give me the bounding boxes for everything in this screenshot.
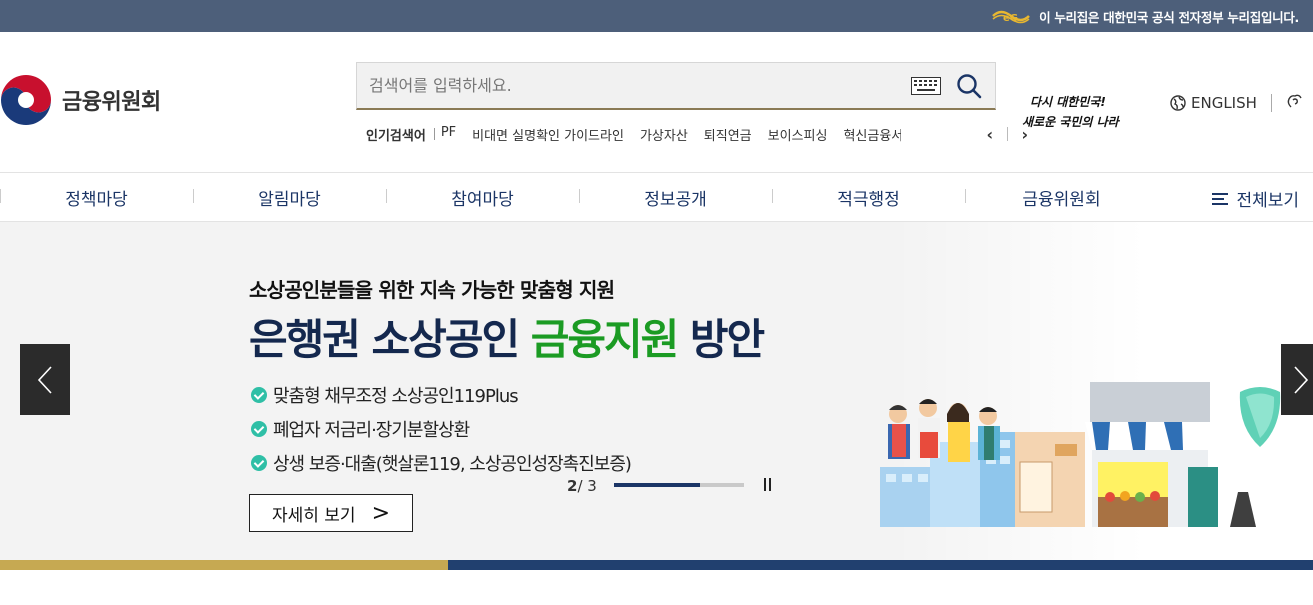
- english-label: ENGLISH: [1191, 94, 1257, 112]
- slide-total: / 3: [577, 477, 597, 495]
- menu-icon: [1212, 192, 1229, 205]
- hero-banner: 소상공인분들을 위한 지속 가능한 맞춤형 지원 은행권 소상공인 금융지원 방…: [0, 222, 1313, 560]
- hero-bullet-text: 맞춤형 채무조정 소상공인119Plus: [273, 386, 519, 407]
- hero-bullet: 폐업자 저금리·장기분할상환: [251, 412, 631, 446]
- hero-title-part: 방안: [677, 315, 765, 364]
- search-input[interactable]: [357, 63, 911, 108]
- popular-title: 인기검색어: [366, 128, 426, 144]
- hero-bullet-text: 폐업자 저금리·장기분할상환: [273, 420, 470, 441]
- slogan-logo: 다시 대한민국! 새로운 국민의 나라: [1022, 95, 1121, 129]
- popular-prev-button[interactable]: ‹: [979, 125, 1001, 144]
- slide-progress: [614, 483, 744, 487]
- popular-keyword[interactable]: 혁신금융서비스: [843, 125, 901, 144]
- hero-bottom-bar: [0, 560, 1313, 570]
- eg-logo-icon: eG: [992, 10, 1030, 24]
- gov-banner-text: 이 누리집은 대한민국 공식 전자정부 누리집입니다.: [1039, 9, 1299, 25]
- check-icon: [251, 455, 267, 471]
- search-box: [356, 62, 996, 110]
- slide-prev-button[interactable]: [20, 344, 70, 415]
- nav-item-policy[interactable]: 정책마당: [0, 185, 193, 210]
- hero-bullet-text: 상생 보증·대출(햇살론119, 소상공인성장촉진보증): [273, 454, 632, 475]
- divider: [1006, 127, 1008, 141]
- svg-text:eG: eG: [1003, 13, 1018, 24]
- svg-text:새로운 국민의 나라: 새로운 국민의 나라: [1022, 115, 1121, 129]
- hero-bullet: 상생 보증·대출(햇살론119, 소상공인성장촉진보증): [251, 446, 632, 480]
- logo-text: 금융위원회: [62, 90, 161, 115]
- site-header: 금융위원회 인기검색어 PF 비대면 실명확인 가이드라인 가상자산 퇴직연금: [0, 32, 1313, 172]
- main-nav: 정책마당 알림마당 참여마당 정보공개 적극행정 금융위원회 전체보기: [0, 172, 1313, 222]
- site-logo[interactable]: 금융위원회: [0, 74, 161, 126]
- chevron-left-icon: [37, 365, 52, 394]
- nav-item-participation[interactable]: 참여마당: [386, 185, 579, 210]
- check-icon: [251, 387, 267, 403]
- hero-title-highlight: 금융지원: [530, 315, 680, 364]
- more-button[interactable]: 자세히 보기 >: [249, 494, 413, 532]
- gov-banner: eG 이 누리집은 대한민국 공식 전자정부 누리집입니다.: [0, 0, 1313, 32]
- chevron-right-icon: >: [371, 500, 391, 526]
- chevron-right-icon: [1294, 365, 1309, 394]
- all-menu-button[interactable]: 전체보기: [1212, 186, 1299, 211]
- hero-title: 은행권 소상공인 금융지원 방안: [249, 306, 765, 367]
- more-button-label: 자세히 보기: [271, 505, 356, 526]
- slide-progress-fill: [614, 483, 700, 487]
- search-button[interactable]: [951, 68, 987, 104]
- hero-title-part: 은행권 소상공인: [249, 315, 531, 364]
- nav-item-disclosure[interactable]: 정보공개: [579, 185, 772, 210]
- popular-keyword[interactable]: 비대면 실명확인 가이드라인: [472, 125, 624, 144]
- check-icon: [251, 421, 267, 437]
- taegeuk-logo-icon: [1, 75, 51, 125]
- shopkeepers-illustration: [880, 382, 1281, 527]
- english-link[interactable]: ENGLISH: [1170, 94, 1257, 112]
- popular-keyword[interactable]: 가상자산: [640, 125, 688, 144]
- hero-subtitle: 소상공인분들을 위한 지속 가능한 맞춤형 지원: [249, 278, 615, 302]
- globe-icon: [1170, 95, 1186, 111]
- pause-icon: [764, 478, 766, 491]
- popular-keyword-list: PF 비대면 실명확인 가이드라인 가상자산 퇴직연금 보이스피싱 혁신금융서비…: [441, 125, 1001, 144]
- popular-keyword[interactable]: 보이스피싱: [768, 125, 828, 144]
- divider: [1271, 94, 1272, 112]
- nav-item-notice[interactable]: 알림마당: [193, 185, 386, 210]
- bottom-bar-gold: [0, 560, 448, 570]
- hero-bullet-list: 맞춤형 채무조정 소상공인119Plus 폐업자 저금리·장기분할상환 상생 보…: [251, 378, 632, 480]
- nav-item-fsc[interactable]: 금융위원회: [965, 185, 1158, 210]
- slide-pager: 2 / 3: [567, 477, 597, 495]
- popular-keyword[interactable]: PF: [441, 125, 456, 144]
- popular-keywords: 인기검색어 PF 비대면 실명확인 가이드라인 가상자산 퇴직연금 보이스피싱 …: [366, 124, 1036, 144]
- search-icon: [957, 73, 982, 98]
- all-menu-label: 전체보기: [1236, 191, 1299, 211]
- slide-current: 2: [567, 477, 578, 495]
- popular-keyword[interactable]: 퇴직연금: [704, 125, 752, 144]
- pause-button[interactable]: [764, 478, 774, 492]
- divider: [433, 128, 435, 140]
- bottom-bar-navy: [448, 560, 1313, 570]
- pause-icon: [769, 478, 771, 491]
- sign-language-icon[interactable]: [1286, 92, 1304, 110]
- svg-text:다시 대한민국!: 다시 대한민국!: [1030, 95, 1106, 109]
- hero-bullet: 맞춤형 채무조정 소상공인119Plus: [251, 378, 631, 412]
- keyboard-icon[interactable]: [911, 76, 941, 95]
- nav-item-proactive[interactable]: 적극행정: [772, 185, 965, 210]
